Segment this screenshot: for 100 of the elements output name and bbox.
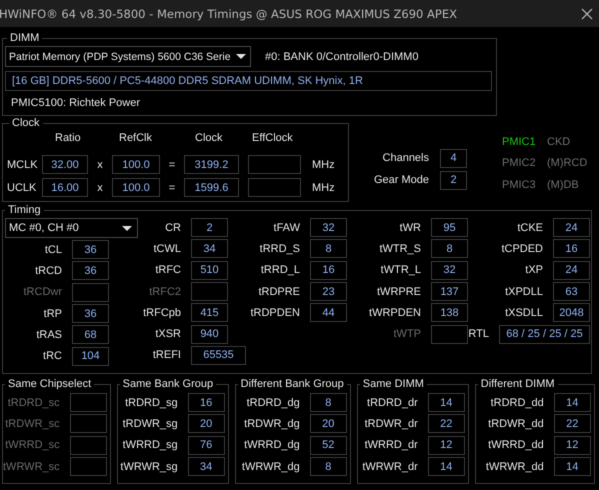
group-title: DIMM xyxy=(9,32,40,44)
value-field: 1599.6 xyxy=(184,178,239,197)
dropdown[interactable]: MC #0, CH #0 xyxy=(5,218,138,238)
value-field: 34 xyxy=(191,239,228,258)
value-field xyxy=(248,178,301,197)
timing-label: tWRRD_dg xyxy=(244,439,300,452)
row-label: UCLK xyxy=(7,182,38,194)
group-title: Clock xyxy=(11,117,41,129)
timing-label: tWR xyxy=(398,222,421,234)
value-field: 2048 xyxy=(553,303,590,322)
value-field: 14 xyxy=(554,393,591,412)
group-title: Same Bank Group xyxy=(122,378,214,390)
value-field: 24 xyxy=(553,218,590,238)
pmic-detail: CKD xyxy=(547,136,570,148)
field-label: Channels xyxy=(382,152,429,164)
group-title: Timing xyxy=(7,204,42,216)
timing-label: tFAW xyxy=(272,222,300,234)
timing-label: tRC xyxy=(42,350,62,362)
value-field xyxy=(70,414,107,434)
value-field: 16.00 xyxy=(42,178,88,197)
value-field: 8 xyxy=(310,393,347,412)
timing-label: tRRD_S xyxy=(258,242,300,255)
timing-label: tWTP xyxy=(392,328,421,340)
value-field: 8 xyxy=(310,457,347,476)
value-field: 22 xyxy=(428,414,465,434)
timing-label: tRDRD_dg xyxy=(246,396,300,409)
pmic-status: PMIC2 xyxy=(502,157,537,170)
value-field: 65535 xyxy=(191,346,246,365)
window-title: HWiNFO® 64 v8.30-5800 - Memory Timings @ ASUS ROG MAXIMUS Z690 APEX xyxy=(0,6,457,20)
timing-label: tRDWR_dr xyxy=(364,418,418,430)
value-field: 32 xyxy=(431,260,468,280)
value-field xyxy=(248,155,301,174)
unit-label: MHz xyxy=(312,158,335,170)
close-icon[interactable] xyxy=(581,8,593,20)
operator: x xyxy=(96,158,104,170)
value-field: 12 xyxy=(428,436,465,455)
timing-label: tCL xyxy=(44,244,62,256)
timing-label: tXSDLL xyxy=(504,306,543,319)
value-field: 23 xyxy=(310,282,347,302)
timing-label: tRP xyxy=(42,308,62,320)
timing-label: tRDWR_dd xyxy=(488,418,544,430)
pmic-label: PMIC5100: Richtek Power xyxy=(11,97,141,109)
value-field: 68 xyxy=(72,325,109,344)
value-field: 138 xyxy=(431,303,468,322)
value-field: 20 xyxy=(310,414,347,434)
group-title: Different DIMM xyxy=(480,378,556,390)
timing-label: tREFI xyxy=(152,349,181,362)
value-field: 32.00 xyxy=(42,155,88,174)
value-field xyxy=(70,393,107,412)
timing-label: tWTR_L xyxy=(380,264,421,276)
value-field: 22 xyxy=(554,414,591,434)
timing-label: tWRPDEN xyxy=(368,306,421,319)
timing-label: tRCDwr xyxy=(22,286,62,298)
timing-label: tWRWR_dd xyxy=(486,460,544,473)
operator: = xyxy=(168,158,176,170)
timing-label: tRDRD_dd xyxy=(490,396,544,409)
field-label: Gear Mode xyxy=(374,174,429,186)
timing-label: tWTR_S xyxy=(378,242,421,255)
timing-label: tWRWR_dr xyxy=(362,460,418,473)
timing-label: tCKE xyxy=(516,222,543,234)
column-header: Ratio xyxy=(55,132,81,144)
value-field: 14 xyxy=(428,393,465,412)
operator: x xyxy=(96,182,104,194)
value-field: 36 xyxy=(72,261,109,280)
value-field: 63 xyxy=(553,282,590,302)
value-field: 14 xyxy=(554,457,591,476)
column-header: Clock xyxy=(195,132,223,144)
row-label: MCLK xyxy=(7,158,39,170)
group-title: Same Chipselect xyxy=(7,378,92,390)
value-field: 8 xyxy=(310,239,347,258)
value-field: 8 xyxy=(431,239,468,258)
timing-label: tRRD_L xyxy=(260,264,300,276)
value-field xyxy=(72,282,109,302)
timing-label: tWRRD_dd xyxy=(488,439,544,452)
value-field: 4 xyxy=(440,148,467,168)
value-field: 940 xyxy=(191,324,228,344)
timing-label: tRDRD_dr xyxy=(367,396,418,409)
timing-label: CR xyxy=(164,222,181,234)
value-field: 16 xyxy=(310,260,347,280)
value-field: 34 xyxy=(188,457,225,476)
value-field: 16 xyxy=(553,239,590,258)
dropdown[interactable]: Patriot Memory (PDP Systems) 5600 C36 Serie xyxy=(5,46,251,67)
timing-label: tWRRD_dr xyxy=(364,439,418,452)
value-field: 2 xyxy=(440,170,467,190)
value-field: 3199.2 xyxy=(184,155,239,174)
value-field: 2 xyxy=(191,218,228,238)
timing-label: tWRWR_dg xyxy=(242,460,300,473)
value-field: 44 xyxy=(310,303,347,322)
value-field xyxy=(70,457,107,476)
timing-label: tCPDED xyxy=(500,242,543,255)
timing-label: tRFC xyxy=(154,264,181,276)
value-field: 14 xyxy=(428,457,465,476)
caret-icon xyxy=(122,226,132,230)
pmic-status: PMIC3 xyxy=(502,178,537,191)
caret-icon xyxy=(236,54,246,59)
timing-label: tWRRD_sc xyxy=(5,439,60,452)
operator: = xyxy=(168,182,176,194)
value-field: 76 xyxy=(188,436,225,455)
value-field: 32 xyxy=(310,218,347,238)
timing-label: tWRPRE xyxy=(376,286,421,298)
